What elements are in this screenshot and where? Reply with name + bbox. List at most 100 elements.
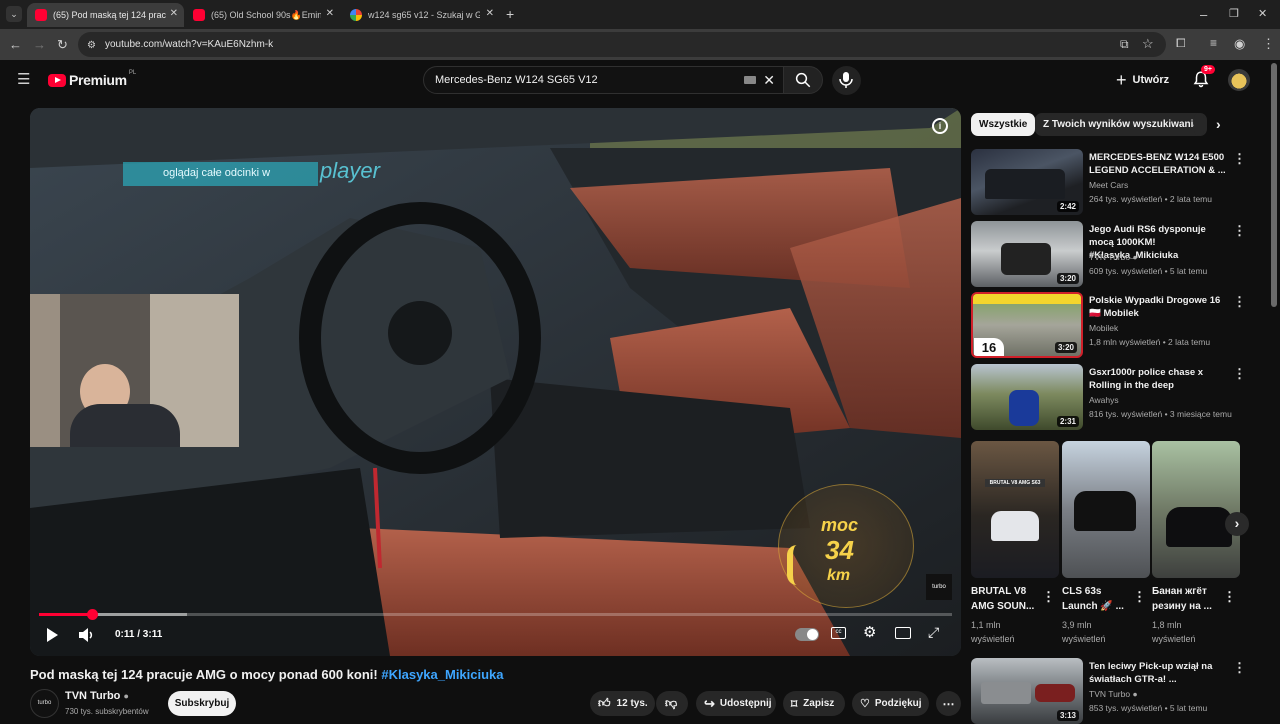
youtube-header: ☰ Premium PL Mercedes-Benz W124 SG65 V12… <box>0 60 1270 102</box>
video-thumbnail: 2:42 <box>971 149 1083 215</box>
more-vert-icon[interactable]: ⋮ <box>1233 223 1246 239</box>
list-item[interactable]: 3:13 Ten leciwy Pick-up wziął na światła… <box>971 658 1256 724</box>
verified-icon: ● <box>123 691 129 701</box>
notifications-button[interactable]: 9+ <box>1192 65 1215 90</box>
youtube-favicon-icon <box>35 9 47 21</box>
tab-current[interactable]: (65) Pod maską tej 124 prac ✕ <box>27 3 184 27</box>
avatar[interactable] <box>1228 69 1250 91</box>
video-thumbnail: 2:31 <box>971 364 1083 430</box>
youtube-premium-logo[interactable]: Premium PL <box>48 70 136 88</box>
short-item[interactable]: BRUTAL V8 AMG S63 BRUTAL V8 AMG SOUN... … <box>971 441 1059 646</box>
promo-overlay-brand: player <box>320 158 380 183</box>
share-button[interactable]: ↪ Udostępnij <box>696 691 776 716</box>
list-item[interactable]: 2:31 Gsxr1000r police chase x Rolling in… <box>971 364 1256 430</box>
search-button[interactable] <box>783 66 823 94</box>
channel-avatar[interactable]: turbo <box>30 689 59 718</box>
channel-name[interactable]: TVN Turbo ● <box>65 690 129 702</box>
more-vert-icon[interactable]: ⋮ <box>1042 589 1055 605</box>
volume-button[interactable] <box>78 628 94 645</box>
page-scrollbar[interactable] <box>1271 63 1277 307</box>
bookmark-star-icon[interactable]: ☆ <box>1142 37 1154 50</box>
subscriber-count: 730 tys. subskrybentów <box>65 707 149 716</box>
site-info-icon[interactable]: ⚙ <box>87 39 96 52</box>
info-button[interactable]: i <box>932 118 948 134</box>
power-gauge: moc 34 km <box>778 484 914 608</box>
episode-number-badge: 16 <box>974 338 1004 356</box>
hashtag-link[interactable]: #Klasyka_Mikiciuka <box>381 667 503 682</box>
list-item[interactable]: 16 3:20 Polskie Wypadki Drogowe 16 🇵🇱 Mo… <box>971 292 1256 358</box>
more-vert-icon[interactable]: ⋮ <box>1133 589 1146 605</box>
tab-search-icon[interactable]: ⌄ <box>6 6 22 22</box>
create-button[interactable]: + Utwórz <box>1116 68 1169 92</box>
browser-menu-icon[interactable]: ⋮ <box>1262 37 1275 50</box>
play-button[interactable] <box>45 627 59 646</box>
voice-search-button[interactable] <box>832 66 861 95</box>
forward-icon[interactable]: → <box>33 38 46 51</box>
new-tab-icon[interactable]: + <box>506 7 514 21</box>
video-thumbnail: 3:13 <box>971 658 1083 724</box>
shorts-next-button[interactable]: › <box>1225 512 1249 536</box>
extensions-icon[interactable]: ⧠ <box>1176 37 1186 50</box>
autoplay-toggle[interactable] <box>795 628 819 641</box>
hamburger-menu-icon[interactable]: ☰ <box>17 72 30 87</box>
tab-google-search[interactable]: w124 sg65 v12 - Szukaj w Goog ✕ <box>342 3 500 27</box>
keyboard-icon[interactable] <box>744 76 756 84</box>
close-tab-icon[interactable]: ✕ <box>486 8 494 19</box>
play-icon <box>47 628 58 642</box>
like-button[interactable]: 👍︎ 12 tys. <box>590 691 655 716</box>
chip-all[interactable]: Wszystkie <box>971 113 1036 136</box>
progress-bar[interactable] <box>39 609 952 620</box>
dislike-button[interactable]: 👎︎ <box>656 691 688 716</box>
window-close-icon[interactable]: ✕ <box>1258 8 1267 21</box>
more-actions-button[interactable]: ⋯ <box>936 691 961 716</box>
verified-icon: ● <box>1132 252 1138 262</box>
video-title: Pod maską tej 124 pracuje AMG o mocy pon… <box>30 667 504 682</box>
short-item[interactable]: CLS 63s Launch 🚀 ... 3,9 mln wyświetleń ⋮ <box>1062 441 1150 646</box>
profile-icon[interactable]: ◉ <box>1234 37 1245 50</box>
thanks-button[interactable]: ♡ Podziękuj <box>852 691 929 716</box>
reload-icon[interactable]: ↻ <box>57 38 68 51</box>
progress-scrubber-handle[interactable] <box>86 609 98 620</box>
plus-icon: + <box>1116 69 1127 90</box>
more-vert-icon[interactable]: ⋮ <box>1233 660 1246 676</box>
verified-icon: ● <box>1132 689 1138 699</box>
short-thumbnail <box>1152 441 1240 578</box>
more-vert-icon[interactable]: ⋮ <box>1223 589 1236 605</box>
install-app-icon[interactable]: ⧉ <box>1120 38 1129 51</box>
video-player[interactable]: oglądaj całe odcinki w player i moc 34 k… <box>30 108 961 656</box>
save-button[interactable]: ⌑ Zapisz <box>783 691 845 716</box>
fullscreen-icon[interactable]: ⤢ <box>928 624 939 641</box>
more-vert-icon[interactable]: ⋮ <box>1233 294 1246 310</box>
minimize-icon[interactable]: – <box>1200 8 1207 21</box>
search-input[interactable]: Mercedes-Benz W124 SG65 V12 ✕ <box>423 66 787 94</box>
short-item[interactable]: Банан жгёт резину на ... 1,8 mln wyświetl… <box>1152 441 1240 646</box>
chip-from-search[interactable]: Z Twoich wyników wyszukiwania <box>1035 113 1207 136</box>
tab-old-school[interactable]: (65) Old School 90s🔥Eminem ✕ <box>185 3 340 27</box>
subscribe-button[interactable]: Subskrybuj <box>168 691 236 716</box>
bookmark-icon: ⌑ <box>791 696 798 711</box>
more-vert-icon[interactable]: ⋮ <box>1233 151 1246 167</box>
miniplayer-icon[interactable] <box>895 627 911 639</box>
more-horizontal-icon: ⋯ <box>942 696 955 711</box>
clear-search-icon[interactable]: ✕ <box>763 72 775 89</box>
more-vert-icon[interactable]: ⋮ <box>1233 366 1246 382</box>
back-icon[interactable]: ← <box>9 38 22 51</box>
address-bar[interactable]: ⚙ youtube.com/watch?v=KAuE6Nzhm-k <box>78 32 1166 57</box>
channel-watermark: turbo <box>926 574 952 600</box>
short-thumbnail: BRUTAL V8 AMG S63 <box>971 441 1059 578</box>
chips-next-arrow-icon[interactable]: › <box>1216 116 1221 132</box>
subtitles-icon[interactable]: cc <box>831 627 846 639</box>
chip-more-partial[interactable] <box>1194 113 1204 136</box>
settings-gear-icon[interactable]: ⚙ <box>863 623 876 641</box>
list-item[interactable]: 3:20 Jego Audi RS6 dysponuje mocą 1000KM… <box>971 221 1256 287</box>
media-controls-icon[interactable]: ≡ <box>1210 37 1217 50</box>
promo-overlay-banner: oglądaj całe odcinki w <box>123 162 318 186</box>
list-item[interactable]: 2:42 MERCEDES-BENZ W124 E500 LEGEND ACCE… <box>971 149 1256 215</box>
google-favicon-icon <box>350 9 362 21</box>
close-tab-icon[interactable]: ✕ <box>326 8 334 19</box>
thanks-heart-icon: ♡ <box>860 698 870 710</box>
short-thumbnail <box>1062 441 1150 578</box>
maximize-icon[interactable]: ❐ <box>1229 8 1239 21</box>
progress-played <box>39 613 92 616</box>
close-tab-icon[interactable]: ✕ <box>170 8 178 19</box>
